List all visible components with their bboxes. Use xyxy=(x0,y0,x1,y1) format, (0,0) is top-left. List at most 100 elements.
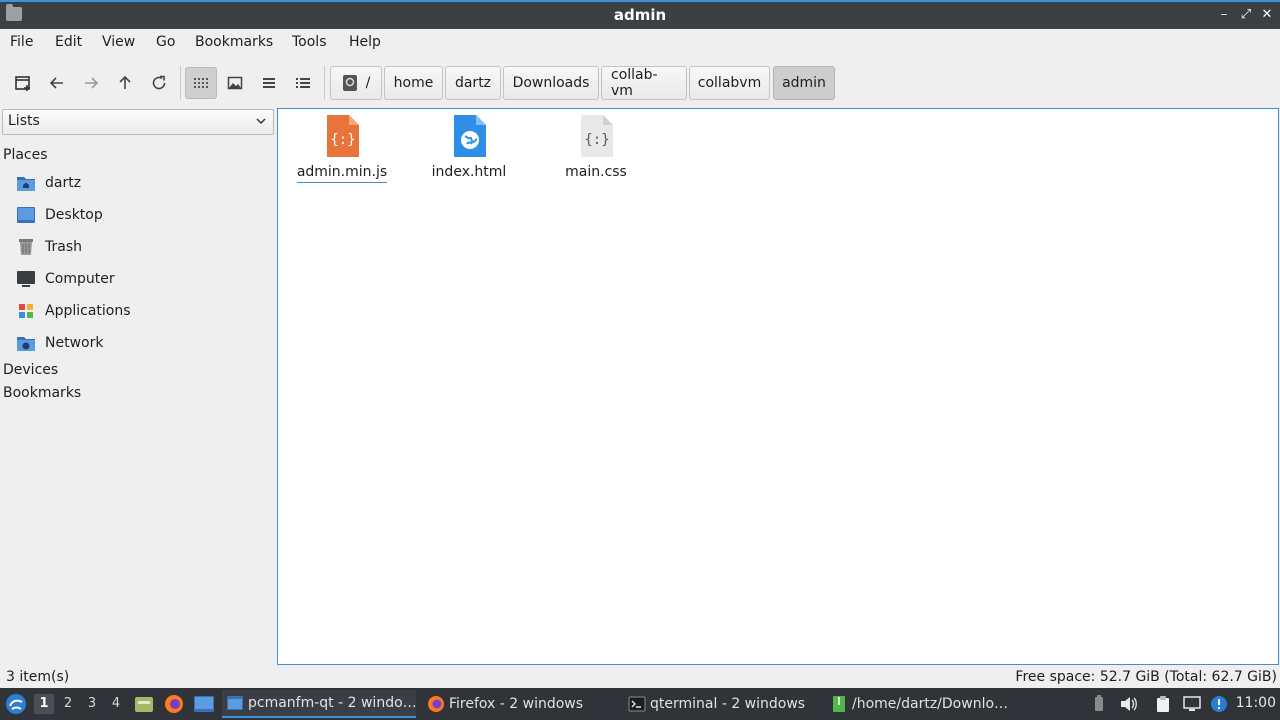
taskbar: 1 2 3 4 pcmanfm-qt - 2 windo… Firefox - … xyxy=(0,688,1280,720)
chevron-down-icon xyxy=(256,118,266,125)
task-firefox[interactable]: Firefox - 2 windows xyxy=(423,690,617,718)
start-menu-button[interactable] xyxy=(5,688,27,720)
file-name: main.css xyxy=(565,164,627,180)
task-label: pcmanfm-qt - 2 windo… xyxy=(248,695,416,711)
icon-view-button[interactable] xyxy=(185,67,217,99)
svg-text:{:}: {:} xyxy=(330,132,355,148)
desktop-switch-4[interactable]: 4 xyxy=(106,694,126,714)
volume-icon[interactable] xyxy=(1119,695,1137,713)
close-button[interactable]: ✕ xyxy=(1258,6,1276,24)
file-name: index.html xyxy=(431,164,507,180)
thumbnail-view-button[interactable] xyxy=(219,67,251,99)
computer-icon xyxy=(16,270,36,288)
breadcrumb-downloads[interactable]: Downloads xyxy=(503,66,599,100)
place-label: Desktop xyxy=(45,207,103,223)
side-pane-mode-value: Lists xyxy=(8,113,40,129)
firefox-icon xyxy=(165,695,183,713)
devices-header[interactable]: Devices xyxy=(3,362,58,378)
lubuntu-logo-icon xyxy=(6,694,26,714)
menu-file[interactable]: File xyxy=(10,34,33,50)
desktop-switch-1[interactable]: 1 xyxy=(34,694,54,714)
up-button[interactable] xyxy=(109,67,141,99)
place-computer[interactable]: Computer xyxy=(16,267,266,291)
svg-text:{:}: {:} xyxy=(584,132,609,148)
side-pane-mode-select[interactable]: Lists xyxy=(2,109,274,135)
desktop-switch-2[interactable]: 2 xyxy=(58,694,78,714)
clipboard-icon[interactable] xyxy=(1154,695,1172,713)
icon-grid-icon xyxy=(194,78,208,88)
network-monitor-icon[interactable] xyxy=(1183,695,1201,713)
place-desktop[interactable]: Desktop xyxy=(16,203,266,227)
clock[interactable]: 11:00 xyxy=(1236,695,1276,711)
css-file-icon: {:} xyxy=(579,115,613,157)
menu-view[interactable]: View xyxy=(102,34,135,50)
desktop-switch-3[interactable]: 3 xyxy=(82,694,102,714)
side-pane: Lists Places dartz Desktop Trash Compute… xyxy=(0,107,276,665)
place-label: Computer xyxy=(45,271,115,287)
new-tab-icon xyxy=(15,76,30,91)
menu-bar: File Edit View Go Bookmarks Tools Help xyxy=(0,29,1280,57)
task-pcmanfm[interactable]: pcmanfm-qt - 2 windo… xyxy=(222,690,416,718)
maximize-button[interactable]: ⤢ xyxy=(1237,6,1255,24)
detailed-list-icon xyxy=(296,78,310,88)
folder-icon xyxy=(226,694,244,712)
task-archive[interactable]: /home/dartz/Downlo… xyxy=(826,690,1020,718)
applications-icon xyxy=(16,302,36,320)
quicklaunch-firefox[interactable] xyxy=(164,688,184,720)
network-folder-icon xyxy=(16,334,36,352)
place-label: Network xyxy=(45,335,104,351)
menu-go[interactable]: Go xyxy=(156,34,175,50)
firefox-icon xyxy=(427,695,445,713)
drive-icon xyxy=(342,75,357,91)
bookmarks-header[interactable]: Bookmarks xyxy=(3,385,81,401)
file-item[interactable]: {:} main.css xyxy=(541,115,651,182)
battery-icon[interactable] xyxy=(1090,695,1108,713)
quicklaunch-desktop[interactable] xyxy=(193,688,215,720)
breadcrumb-dartz[interactable]: dartz xyxy=(445,66,501,100)
file-view[interactable]: {:} admin.min.js index.html {:} main.css xyxy=(277,108,1279,665)
toolbar-separator xyxy=(324,66,325,100)
menu-tools[interactable]: Tools xyxy=(292,34,327,50)
list-lines-icon xyxy=(263,78,275,88)
minimize-button[interactable]: – xyxy=(1215,6,1233,24)
html-file-icon xyxy=(452,115,486,157)
place-label: Trash xyxy=(45,239,82,255)
compact-view-button[interactable] xyxy=(253,67,285,99)
quicklaunch-files[interactable] xyxy=(134,688,154,720)
breadcrumb-root[interactable]: / xyxy=(330,66,382,100)
file-name: admin.min.js xyxy=(296,164,388,183)
file-item[interactable]: index.html xyxy=(414,115,524,182)
new-tab-button[interactable] xyxy=(7,67,39,99)
archive-icon xyxy=(830,695,848,713)
back-button[interactable] xyxy=(41,67,73,99)
place-label: dartz xyxy=(45,175,82,191)
breadcrumb-collab-vm[interactable]: collab-vm xyxy=(601,66,687,100)
place-trash[interactable]: Trash xyxy=(16,235,266,259)
notification-icon[interactable] xyxy=(1210,695,1228,713)
toolbar-separator xyxy=(180,66,181,100)
places-header[interactable]: Places xyxy=(3,147,48,163)
breadcrumb-home[interactable]: home xyxy=(384,66,443,100)
home-folder-icon xyxy=(16,174,36,192)
task-label: qterminal - 2 windows xyxy=(650,696,806,712)
place-dartz[interactable]: dartz xyxy=(16,171,266,195)
menu-edit[interactable]: Edit xyxy=(55,34,82,50)
forward-button[interactable] xyxy=(75,67,107,99)
task-qterminal[interactable]: qterminal - 2 windows xyxy=(624,690,818,718)
menu-bookmarks[interactable]: Bookmarks xyxy=(195,34,273,50)
place-network[interactable]: Network xyxy=(16,331,266,355)
file-item[interactable]: {:} admin.min.js xyxy=(287,115,397,183)
item-count: 3 item(s) xyxy=(6,669,70,685)
breadcrumb-admin[interactable]: admin xyxy=(773,66,835,100)
reload-button[interactable] xyxy=(143,67,175,99)
terminal-icon xyxy=(628,695,646,713)
detailed-view-button[interactable] xyxy=(287,67,319,99)
place-label: Applications xyxy=(45,303,131,319)
task-label: Firefox - 2 windows xyxy=(449,696,584,712)
breadcrumb-collabvm[interactable]: collabvm xyxy=(689,66,770,100)
breadcrumb-root-label: / xyxy=(365,75,371,91)
menu-help[interactable]: Help xyxy=(349,34,381,50)
trash-icon xyxy=(16,238,36,256)
place-applications[interactable]: Applications xyxy=(16,299,266,323)
show-desktop-icon xyxy=(194,696,214,712)
